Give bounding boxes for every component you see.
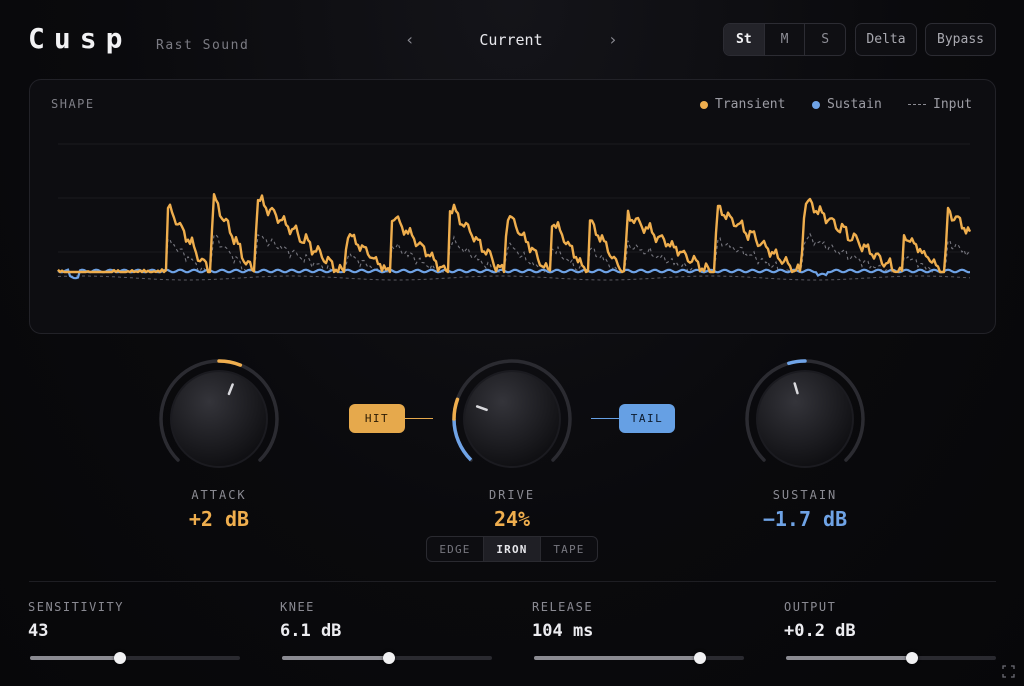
sustain-knob-graphic [745,359,865,468]
drive-knob-body [463,370,561,468]
maker-name: Rast Sound [156,38,250,53]
sustain-knob-value-arc [787,359,807,366]
hit-connector [405,418,433,419]
sustain-knob-body [756,370,854,468]
drive-label: DRIVE [488,488,536,502]
knee-slider-fill [282,656,390,660]
output-value: +0.2 dB [784,621,856,641]
sensitivity-control: SENSITIVITY 43 [28,600,240,664]
drive-mode-iron[interactable]: IRON [484,537,541,561]
transient-curve [57,193,972,274]
drive-knob-graphic [452,359,572,468]
output-control: OUTPUT +0.2 dB [784,600,996,664]
knee-slider[interactable] [282,652,492,664]
divider [29,581,996,582]
drive-mode-tape[interactable]: TAPE [541,537,597,561]
input-curve [58,232,971,273]
drive-mode-selector: EDGE IRON TAPE [426,536,598,562]
drive-value: 24% [493,507,531,531]
attack-value: +2 dB [188,507,250,531]
knee-control: KNEE 6.1 dB [280,600,492,664]
sensitivity-slider-thumb[interactable] [114,652,127,664]
plugin-window: Cusp Rast Sound ‹ Current › St M S Delta… [0,0,1024,686]
release-slider-fill [534,656,700,660]
output-label: OUTPUT [784,600,837,614]
knee-slider-thumb[interactable] [383,652,396,664]
attack-label: ATTACK [191,488,247,502]
tail-connector [591,418,619,419]
attack-knob[interactable] [157,357,281,481]
release-slider[interactable] [534,652,744,664]
shape-title: SHAPE [51,97,95,111]
attack-knob-value-arc [217,359,243,367]
hit-button[interactable]: HIT [349,404,405,433]
resize-icon[interactable] [1002,665,1015,678]
sustain-value: −1.7 dB [762,507,848,531]
sustain-curve [57,268,970,280]
bypass-button[interactable]: Bypass [925,23,996,56]
input-floor-curve [57,275,971,281]
sensitivity-label: SENSITIVITY [28,600,124,614]
stereo-mode-selector: St M S [723,23,846,56]
shape-panel: SHAPE Transient Sustain Input [29,79,996,334]
legend-transient: Transient [700,97,785,112]
legend-sustain-label: Sustain [827,97,882,112]
drive-mode-edge[interactable]: EDGE [427,537,484,561]
stereo-mode-s[interactable]: S [805,24,845,55]
chevron-right-icon[interactable]: › [608,30,618,49]
attack-knob-body [170,370,268,468]
attack-knob-graphic [159,359,279,468]
output-slider-thumb[interactable] [906,652,918,664]
legend-transient-label: Transient [715,97,786,112]
chevron-left-icon[interactable]: ‹ [405,30,415,49]
sustain-label: SUSTAIN [772,488,838,502]
sensitivity-slider[interactable] [30,652,240,664]
tail-button[interactable]: TAIL [619,404,675,433]
release-value: 104 ms [532,621,594,641]
output-slider-fill [786,656,912,660]
sensitivity-value: 43 [28,621,49,641]
preset-name[interactable]: Current [440,31,582,49]
input-dash-icon [908,104,926,105]
release-slider-thumb[interactable] [693,652,706,664]
sustain-dot-icon [812,100,820,109]
sensitivity-slider-fill [30,656,121,660]
legend-sustain: Sustain [812,97,882,112]
release-label: RELEASE [532,600,594,614]
drive-knob[interactable] [450,357,574,481]
delta-button[interactable]: Delta [855,23,917,56]
release-control: RELEASE 104 ms [532,600,744,664]
legend-input-label: Input [933,97,973,112]
sustain-knob[interactable] [743,357,867,481]
brand-logo: Cusp [28,22,132,55]
knee-label: KNEE [280,600,315,614]
output-slider[interactable] [786,652,996,664]
transient-dot-icon [700,100,708,109]
stereo-mode-st[interactable]: St [724,24,765,55]
shape-display [57,143,972,281]
legend-input: Input [908,97,972,112]
stereo-mode-m[interactable]: M [765,24,806,55]
knee-value: 6.1 dB [280,621,342,641]
